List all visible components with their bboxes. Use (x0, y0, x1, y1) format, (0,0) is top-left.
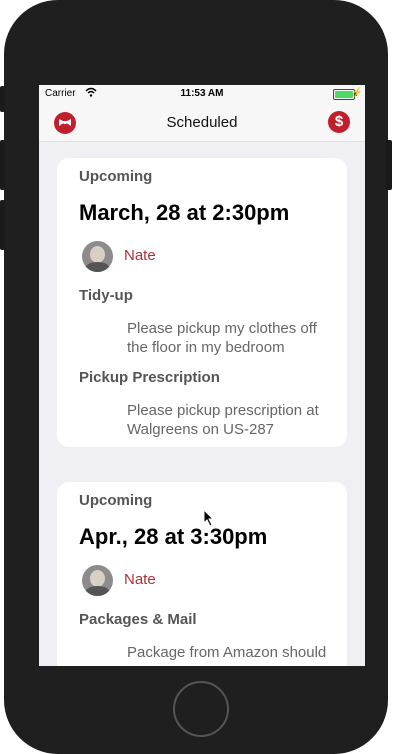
charging-icon: ⚡ (351, 87, 363, 97)
power-button (386, 140, 392, 190)
task-description-line: Package from Amazon should (127, 644, 327, 661)
schedule-card[interactable]: Upcoming March, 28 at 2:30pm Nate Tidy-u… (57, 158, 347, 447)
card-status: Upcoming (79, 168, 153, 185)
assignee-name[interactable]: Nate (124, 571, 156, 588)
app-screen: Carrier 11:53 AM ⚡ Scheduled $ Upcoming … (39, 85, 365, 666)
task-description: Package from Amazon should (127, 643, 341, 662)
status-bar: Carrier 11:53 AM ⚡ (39, 85, 365, 103)
navigation-bar: Scheduled $ (39, 103, 365, 142)
task-description: Please pickup prescription at Walgreens … (127, 401, 341, 439)
avatar (82, 565, 113, 596)
clock: 11:53 AM (180, 88, 224, 99)
card-date: Apr., 28 at 3:30pm (79, 524, 268, 549)
card-status: Upcoming (79, 492, 153, 509)
mouse-cursor-icon (203, 508, 215, 532)
mute-switch (0, 86, 5, 112)
volume-down-button (0, 200, 5, 250)
device-frame: Carrier 11:53 AM ⚡ Scheduled $ Upcoming … (0, 0, 402, 754)
task-description-line: Please pickup my clothes off (127, 320, 317, 337)
schedule-card[interactable]: Upcoming Apr., 28 at 3:30pm Nate Package… (57, 482, 347, 666)
task-description-line: Walgreens on US-287 (127, 421, 275, 438)
task-description-line: Please pickup prescription at (127, 402, 319, 419)
task-title: Tidy-up (79, 287, 133, 304)
volume-up-button (0, 140, 5, 190)
task-title: Packages & Mail (79, 611, 197, 628)
card-date: March, 28 at 2:30pm (79, 200, 290, 225)
avatar (82, 241, 113, 272)
task-description: Please pickup my clothes off the floor i… (127, 319, 341, 357)
task-title: Pickup Prescription (79, 369, 220, 386)
assignee-name[interactable]: Nate (124, 247, 156, 264)
home-button[interactable] (173, 681, 229, 737)
page-title: Scheduled (166, 114, 238, 131)
task-description-line: the floor in my bedroom (127, 339, 285, 356)
dollar-icon[interactable]: $ (328, 111, 350, 133)
